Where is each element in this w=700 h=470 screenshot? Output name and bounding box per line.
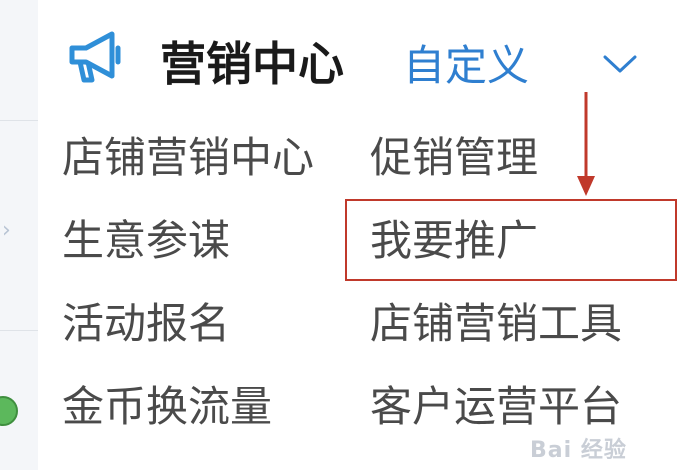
watermark: Bai 经验 [530, 438, 627, 463]
sidebar-divider [0, 330, 38, 331]
menu-item-event-signup[interactable]: 活动报名 [62, 296, 230, 352]
chevron-right-icon[interactable]: › [2, 220, 11, 242]
chevron-down-icon[interactable] [602, 52, 638, 76]
customize-link[interactable]: 自定义 [403, 36, 529, 96]
left-sidebar-edge: › [0, 0, 39, 470]
sidebar-divider [0, 120, 38, 121]
menu-item-shop-marketing-center[interactable]: 店铺营销中心 [62, 130, 314, 186]
menu-item-promotion-management[interactable]: 促销管理 [370, 130, 538, 186]
highlight-box [345, 199, 677, 281]
floating-badge-icon[interactable] [0, 396, 18, 426]
menu-item-customer-operations-platform[interactable]: 客户运营平台 [370, 379, 622, 435]
menu-item-coins-for-traffic[interactable]: 金币换流量 [62, 379, 272, 435]
annotation-arrow-icon [577, 92, 595, 196]
page-title: 营销中心 [160, 37, 344, 91]
menu-item-business-advisor[interactable]: 生意参谋 [62, 213, 230, 269]
megaphone-icon [69, 31, 121, 83]
menu-item-shop-marketing-tools[interactable]: 店铺营销工具 [370, 296, 622, 352]
